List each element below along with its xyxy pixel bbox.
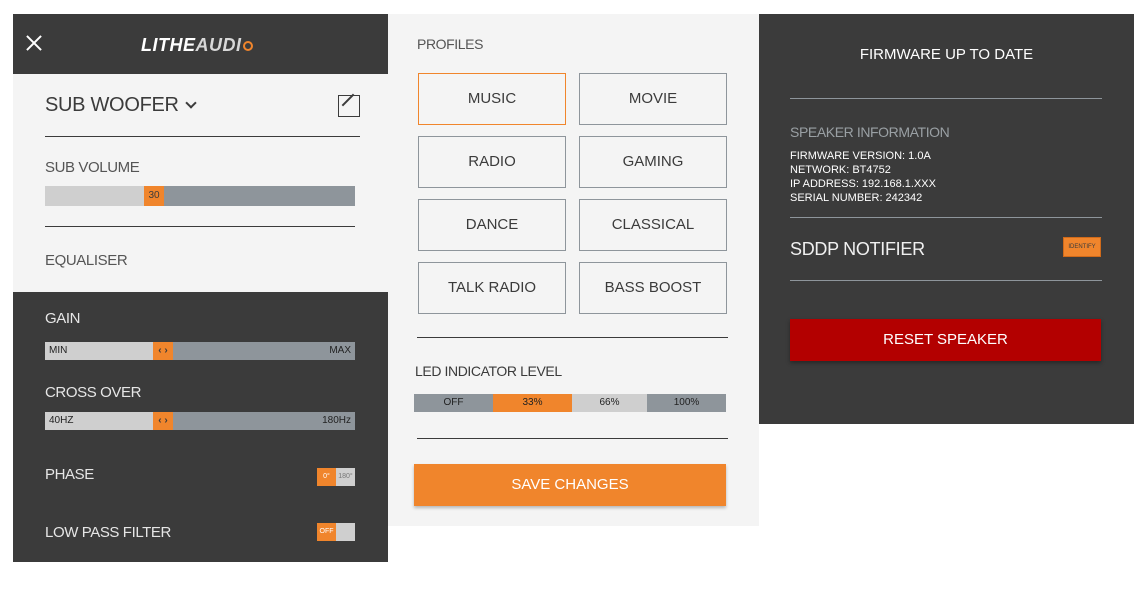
speaker-settings-page: LITHEAUDI SUB WOOFER SUB VOLUME 30 EQUAL…	[0, 0, 1143, 600]
reset-speaker-button[interactable]: RESET SPEAKER	[790, 319, 1101, 361]
equaliser-label: EQUALISER	[45, 252, 128, 269]
speaker-name[interactable]: SUB WOOFER	[45, 94, 197, 117]
divider	[790, 280, 1102, 281]
sub-volume-thumb[interactable]: 30	[144, 186, 164, 206]
crossover-label: CROSS OVER	[45, 384, 142, 401]
app-header: LITHEAUDI	[13, 14, 388, 74]
lowpass-toggle[interactable]: OFF	[317, 523, 355, 541]
gain-thumb[interactable]: ‹ ›	[153, 342, 173, 360]
edit-icon[interactable]	[338, 95, 360, 117]
sub-volume-fill	[45, 186, 154, 206]
lowpass-label: LOW PASS FILTER	[45, 524, 171, 541]
speaker-selector[interactable]: SUB WOOFER	[45, 92, 360, 137]
profile-classical-button[interactable]: CLASSICAL	[579, 199, 727, 251]
phase-option-0[interactable]: 0°	[317, 468, 336, 486]
identify-button[interactable]: IDENTIFY	[1063, 237, 1101, 257]
led-level-selector[interactable]: OFF 33% 66% 100%	[414, 394, 726, 412]
profile-talk-radio-button[interactable]: TALK RADIO	[418, 262, 566, 314]
profile-bass-boost-button[interactable]: BASS BOOST	[579, 262, 727, 314]
profile-movie-button[interactable]: MOVIE	[579, 73, 727, 125]
logo: LITHEAUDI	[141, 35, 253, 56]
divider	[790, 217, 1102, 218]
divider	[417, 438, 728, 439]
profile-music-button[interactable]: MUSIC	[418, 73, 566, 125]
speaker-info-details: FIRMWARE VERSION: 1.0A NETWORK: BT4752 I…	[790, 149, 936, 205]
firmware-status: FIRMWARE UP TO DATE	[859, 46, 1034, 63]
led-indicator-label: LED INDICATOR LEVEL	[415, 363, 562, 379]
crossover-min-label: 40HZ	[49, 415, 74, 426]
led-level-off[interactable]: OFF	[414, 394, 493, 412]
led-level-100[interactable]: 100%	[647, 394, 726, 412]
phase-option-180[interactable]: 180°	[336, 468, 355, 486]
equaliser-section: GAIN MIN MAX ‹ › CROSS OVER 40HZ 180Hz ‹…	[13, 292, 388, 562]
profiles-panel: PROFILES MUSIC MOVIE RADIO GAMING DANCE …	[388, 14, 759, 526]
phase-toggle[interactable]: 0° 180°	[317, 468, 355, 486]
save-changes-button[interactable]: SAVE CHANGES	[414, 464, 726, 506]
profiles-label: PROFILES	[417, 36, 484, 52]
crossover-slider[interactable]: 40HZ 180Hz ‹ ›	[45, 412, 355, 430]
chevron-down-icon[interactable]	[185, 97, 197, 109]
lowpass-off-indicator[interactable]: OFF	[317, 523, 336, 541]
profile-radio-button[interactable]: RADIO	[418, 136, 566, 188]
profile-dance-button[interactable]: DANCE	[418, 199, 566, 251]
gain-slider[interactable]: MIN MAX ‹ ›	[45, 342, 355, 360]
network: NETWORK: BT4752	[790, 164, 891, 176]
divider	[45, 226, 355, 227]
lowpass-on-indicator[interactable]	[336, 523, 355, 541]
sddp-notifier-label: SDDP NOTIFIER	[790, 239, 925, 259]
close-icon[interactable]	[25, 34, 43, 52]
sub-volume-slider[interactable]: 30	[45, 186, 355, 206]
firmware-version: FIRMWARE VERSION: 1.0A	[790, 150, 931, 162]
gain-min-label: MIN	[49, 345, 68, 356]
profile-gaming-button[interactable]: GAMING	[579, 136, 727, 188]
led-level-33[interactable]: 33%	[493, 394, 572, 412]
speaker-info-panel: FIRMWARE UP TO DATE SPEAKER INFORMATION …	[759, 14, 1134, 424]
sub-volume-label: SUB VOLUME	[45, 159, 140, 176]
speaker-panel: LITHEAUDI SUB WOOFER SUB VOLUME 30 EQUAL…	[13, 14, 388, 562]
ip-address: IP ADDRESS: 192.168.1.XXX	[790, 178, 936, 190]
crossover-max-label: 180Hz	[322, 415, 351, 426]
divider	[790, 98, 1102, 99]
serial-number: SERIAL NUMBER: 242342	[790, 192, 923, 204]
phase-label: PHASE	[45, 466, 94, 483]
logo-o-icon	[242, 41, 253, 51]
crossover-thumb[interactable]: ‹ ›	[153, 412, 173, 430]
led-level-66[interactable]: 66%	[572, 394, 647, 412]
gain-max-label: MAX	[329, 345, 351, 356]
gain-label: GAIN	[45, 310, 81, 327]
divider	[417, 337, 728, 338]
speaker-info-label: SPEAKER INFORMATION	[790, 124, 950, 140]
